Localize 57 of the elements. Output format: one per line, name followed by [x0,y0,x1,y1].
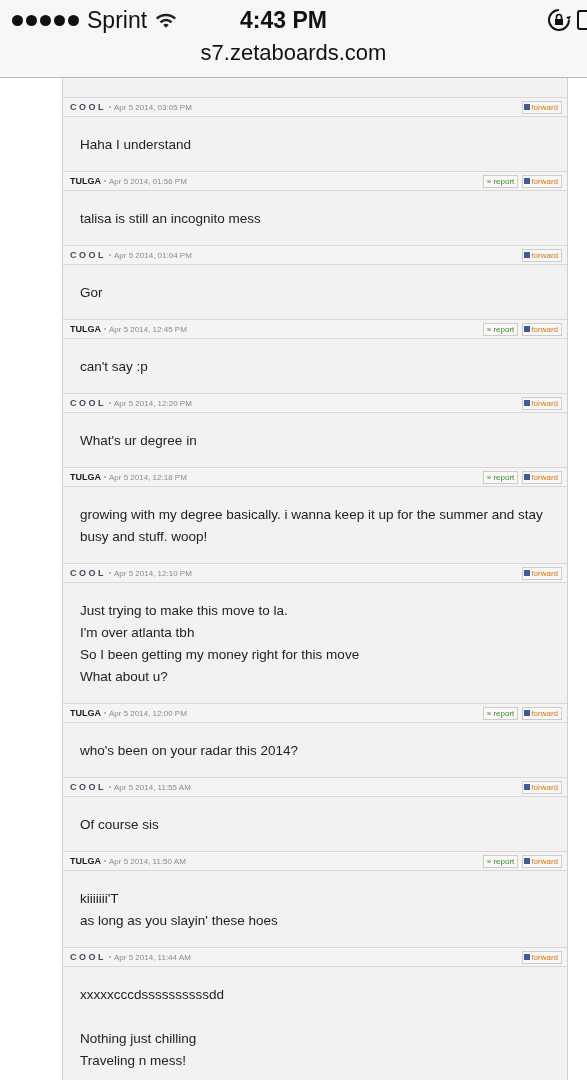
post-date: Apr 5 2014, 11:50 AM [109,856,186,866]
message-text: talisa is still an incognito mess [80,210,262,228]
rotation-lock-icon [547,8,571,32]
forward-button[interactable]: forward [522,780,562,794]
message-text: xxxxxcccdssssssssssdd [80,986,226,1004]
author-name[interactable]: COOL [70,398,106,408]
message-text: Of course sis [80,816,160,834]
signal-icon [12,14,79,26]
message-text: who's been on your radar this 2014? [80,742,299,760]
message-text: What's ur degree in [80,432,198,450]
forward-button[interactable]: forward [522,950,562,964]
author-name[interactable]: COOL [70,568,106,578]
forward-button[interactable]: forward [522,248,562,262]
message-text: growing with my degree basically. i wanna keep it up for the summer and stay busy and stuff. woop! [80,506,544,546]
message-text: Nothing just chilling Traveling n mess! [80,1030,198,1070]
report-button[interactable]: » report [482,322,519,336]
post-date: Apr 5 2014, 11:55 AM [114,782,191,792]
author-name[interactable]: COOL [70,782,106,792]
battery-icon [577,10,587,30]
report-button[interactable]: » report [482,706,519,720]
post-date: Apr 5 2014, 03:05 PM [114,102,192,112]
forward-button[interactable]: forward [522,854,562,868]
post-date: Apr 5 2014, 01:04 PM [114,250,192,260]
report-button[interactable]: » report [482,854,519,868]
post-date: Apr 5 2014, 11:44 AM [114,952,191,962]
report-button[interactable]: » report [482,174,519,188]
post-date: Apr 5 2014, 12:00 PM [109,708,187,718]
post-date: Apr 5 2014, 12:10 PM [114,568,192,578]
post-date: Apr 5 2014, 12:45 PM [109,324,187,334]
message-text: Haha I understand [80,136,193,154]
author-name[interactable]: TULGA [70,324,101,334]
forward-button[interactable]: forward [522,174,562,188]
forward-button[interactable]: forward [522,470,562,484]
message-text: Gor [80,284,104,302]
post-date: Apr 5 2014, 01:56 PM [109,176,187,186]
forward-button[interactable]: forward [522,566,562,580]
author-name[interactable]: COOL [70,250,106,260]
author-name[interactable]: COOL [70,102,106,112]
forward-button[interactable]: forward [522,100,562,114]
forward-button[interactable]: forward [522,706,562,720]
carrier-name: Sprint [87,6,148,34]
report-button[interactable]: » report [482,470,519,484]
author-name[interactable]: TULGA [70,176,101,186]
post-date: Apr 5 2014, 12:20 PM [114,398,192,408]
clock-time: 4:43 PM [240,6,327,34]
message-text: kiiiiiii'T as long as you slayin' these hoes [80,890,279,930]
post-date: Apr 5 2014, 12:18 PM [109,472,187,482]
author-name[interactable]: TULGA [70,472,101,482]
forward-button[interactable]: forward [522,322,562,336]
author-name[interactable]: TULGA [70,708,101,718]
address-bar[interactable]: s7.zetaboards.com [0,40,587,66]
wifi-icon [155,11,178,29]
message-text: can't say :p [80,358,149,376]
author-name[interactable]: COOL [70,952,106,962]
forward-button[interactable]: forward [522,396,562,410]
author-name[interactable]: TULGA [70,856,101,866]
message-text: Just trying to make this move to la. I'm over atlanta tbh So I been getting my money right for this move What about u? [80,602,361,686]
